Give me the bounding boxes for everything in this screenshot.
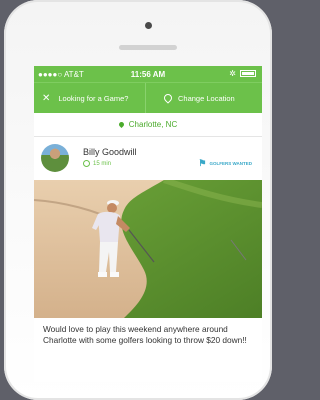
clock-time: 11:56 AM [130, 70, 166, 79]
status-bar: ●●●●○ AT&T 11:56 AM ✲ [34, 66, 262, 82]
change-location-label: Change Location [178, 93, 235, 103]
current-location[interactable]: Charlotte, NC [34, 113, 262, 137]
post-time: 15 min [83, 160, 111, 167]
post-header: Billy Goodwill 15 min ⚑ GOLFERS WANTED [34, 137, 262, 180]
post-time-label: 15 min [93, 160, 112, 167]
change-location-button[interactable]: Change Location [146, 83, 262, 113]
badge-label: GOLFERS WANTED [209, 161, 253, 166]
location-pin-icon [162, 92, 174, 104]
post-photo[interactable] [34, 180, 262, 318]
speaker-grille [119, 45, 177, 50]
clock-icon [83, 160, 90, 167]
camera-dot [145, 22, 152, 29]
golfer-icon: ⚑ [198, 158, 207, 168]
looking-for-game-label: Looking for a Game? [58, 93, 129, 103]
post-username[interactable]: Billy Goodwill [83, 147, 137, 157]
location-label: Charlotte, NC [128, 120, 178, 129]
bluetooth-icon: ✲ [229, 69, 236, 78]
post-body: Would love to play this weekend anywhere… [43, 324, 247, 345]
phone-frame: ●●●●○ AT&T 11:56 AM ✲ ✕ Looking for a Ga… [4, 0, 272, 400]
battery-icon [240, 70, 256, 77]
top-nav: ✕ Looking for a Game? Change Location [34, 82, 262, 113]
looking-for-game-button[interactable]: ✕ Looking for a Game? [34, 83, 146, 113]
avatar[interactable] [41, 144, 69, 172]
map-pin-icon [117, 120, 125, 129]
crossed-clubs-icon: ✕ [42, 92, 51, 104]
app-screen: ●●●●○ AT&T 11:56 AM ✲ ✕ Looking for a Ga… [34, 66, 262, 382]
golfers-wanted-badge: ⚑ GOLFERS WANTED [198, 158, 252, 169]
